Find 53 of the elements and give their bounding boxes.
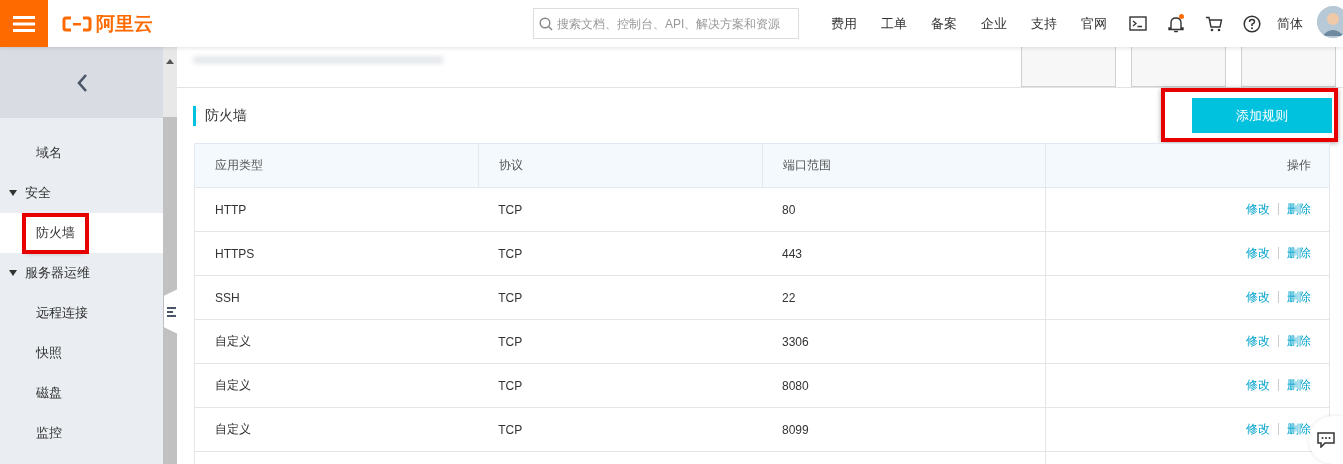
nav-item[interactable]: 快照 xyxy=(0,333,163,373)
nav-item[interactable]: 监控 xyxy=(0,413,163,453)
list-icon xyxy=(166,306,176,317)
table-cell: SSH xyxy=(194,275,479,320)
nav-link[interactable]: 费用 xyxy=(819,14,869,33)
column-header: 协议 xyxy=(478,143,762,188)
bell-icon[interactable] xyxy=(1168,14,1184,33)
terminal-icon[interactable] xyxy=(1129,16,1147,31)
help-icon[interactable] xyxy=(1243,14,1261,33)
table-cell: 自定义 xyxy=(194,407,479,452)
table-cell: TCP xyxy=(478,363,762,408)
language-link[interactable]: 简体 xyxy=(1271,14,1317,33)
table-cell: HTTP xyxy=(194,187,479,232)
table-cell: TCP xyxy=(478,187,762,232)
avatar-icon[interactable] xyxy=(1317,6,1343,38)
table-cell: 22 xyxy=(762,275,1046,320)
nav-link[interactable]: 备案 xyxy=(919,14,969,33)
search-icon xyxy=(539,16,553,31)
nav-group[interactable]: 服务器运维 xyxy=(0,253,163,293)
cart-icon[interactable] xyxy=(1205,15,1223,32)
nav-link[interactable]: 支持 xyxy=(1019,14,1069,33)
nav-group[interactable]: 安全 xyxy=(0,173,163,213)
scrollbar[interactable] xyxy=(163,47,177,464)
logo-icon xyxy=(62,15,92,32)
table-cell: HTTPS xyxy=(194,231,479,276)
table-cell: TCP xyxy=(478,231,762,276)
column-header: 端口范围 xyxy=(762,143,1046,188)
table-cell: TCP xyxy=(478,319,762,364)
menu-icon[interactable] xyxy=(0,0,48,47)
section-title: 防火墙 xyxy=(193,105,247,126)
table-cell: 8080 xyxy=(762,363,1046,408)
table-cell: 8099 xyxy=(762,407,1046,452)
collapse-icon[interactable] xyxy=(75,72,88,93)
chat-button[interactable] xyxy=(1309,416,1343,464)
table-cell: 80 xyxy=(762,187,1046,232)
nav-link[interactable]: 工单 xyxy=(869,14,919,33)
table-cell: 3306 xyxy=(762,319,1046,364)
scroll-up-icon[interactable] xyxy=(166,59,174,64)
table-cell: TCP xyxy=(478,407,762,452)
chat-icon xyxy=(1317,432,1335,448)
nav-item[interactable]: 防火墙 xyxy=(0,213,163,253)
table-cell: TCP xyxy=(478,275,762,320)
nav-link[interactable]: 官网 xyxy=(1069,14,1119,33)
nav-item[interactable]: 域名 xyxy=(0,133,163,173)
column-header: 应用类型 xyxy=(194,143,479,188)
table-cell: 自定义 xyxy=(194,319,479,364)
search-field[interactable]: 搜索文档、控制台、API、解决方案和资源 xyxy=(533,8,799,39)
nav-link[interactable]: 企业 xyxy=(969,14,1019,33)
nav-item[interactable]: 磁盘 xyxy=(0,373,163,413)
column-header: 操作 xyxy=(1045,143,1330,188)
table-cell: 443 xyxy=(762,231,1046,276)
table-cell: 自定义 xyxy=(194,363,479,408)
nav-item[interactable]: 远程连接 xyxy=(0,293,163,333)
